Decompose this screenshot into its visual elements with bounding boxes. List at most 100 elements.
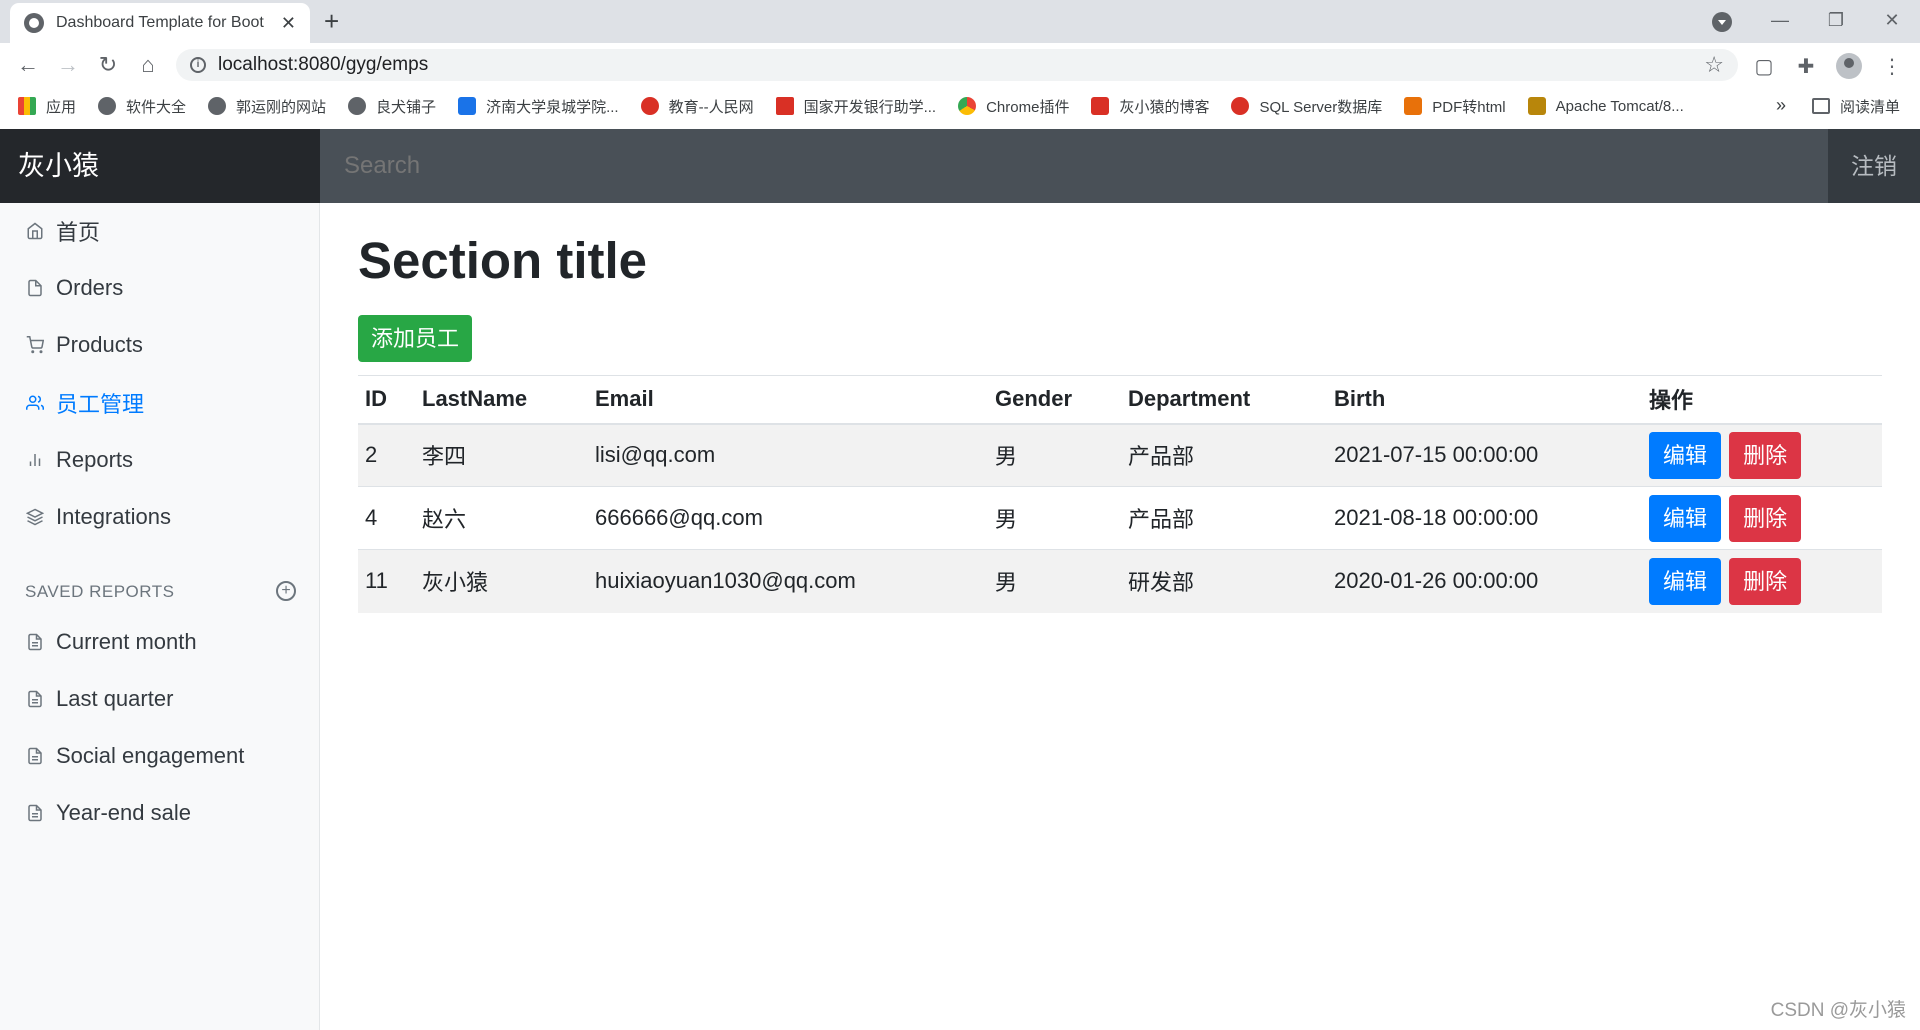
minimize-icon[interactable]: —: [1752, 10, 1808, 31]
puzzle-icon[interactable]: ✚: [1794, 54, 1818, 79]
new-tab-icon[interactable]: +: [324, 6, 339, 37]
brand-logo[interactable]: 灰小猿: [0, 129, 320, 203]
watermark: CSDN @灰小猿: [1770, 1000, 1906, 1021]
cell-id: 11: [358, 549, 415, 613]
cell-gender: 男: [988, 486, 1121, 550]
bookmark-item[interactable]: 灰小猿的博客: [1091, 96, 1209, 117]
restore-icon[interactable]: ❐: [1808, 10, 1864, 31]
add-employee-button[interactable]: 添加员工: [358, 315, 472, 362]
close-tab-icon[interactable]: ✕: [281, 13, 296, 34]
saved-report-current-month[interactable]: Current month: [24, 625, 197, 659]
address-bar[interactable]: i localhost:8080/gyg/emps ☆: [176, 49, 1738, 81]
cell-lastname: 赵六: [415, 486, 588, 550]
cell-gender: 男: [988, 549, 1121, 613]
table-row: 2 李四 lisi@qq.com 男 产品部 2021-07-15 00:00:…: [358, 423, 1882, 487]
table-row: 11 灰小猿 huixiaoyuan1030@qq.com 男 研发部 2020…: [358, 549, 1882, 613]
users-icon: [24, 392, 46, 414]
url-text: localhost:8080/gyg/emps: [218, 54, 429, 75]
bookmark-label: Chrome插件: [986, 98, 1070, 116]
bookmark-item[interactable]: 济南大学泉城学院...: [458, 96, 619, 117]
cell-email: huixiaoyuan1030@qq.com: [588, 549, 988, 613]
edit-button[interactable]: 编辑: [1649, 431, 1721, 479]
people-daily-icon: [640, 97, 659, 115]
column-header: Gender: [988, 375, 1121, 425]
signout-link[interactable]: 注销: [1828, 129, 1920, 203]
column-header: ID: [358, 375, 415, 425]
school-icon: [458, 97, 477, 115]
sidebar-item-label: Orders: [56, 275, 124, 300]
home-icon: [24, 220, 46, 242]
sidebar: 首页 Orders Products 员工管理 Reports Integrat…: [0, 203, 320, 1030]
search-input[interactable]: [320, 129, 1828, 203]
bookmark-star-icon[interactable]: ☆: [1704, 52, 1724, 78]
back-icon[interactable]: ←: [8, 52, 48, 78]
sidebar-item-label: Integrations: [56, 504, 171, 529]
bookmark-item[interactable]: 软件大全: [98, 96, 186, 117]
sidebar-item-orders[interactable]: Orders: [24, 271, 123, 305]
reload-icon[interactable]: ↻: [88, 52, 128, 78]
extension-icon[interactable]: ▢: [1752, 54, 1776, 79]
delete-button[interactable]: 删除: [1729, 557, 1802, 605]
table-header-row: ID LastName Email Gender Department Birt…: [358, 375, 1882, 425]
app-navbar: 灰小猿 注销: [0, 129, 1920, 203]
saved-report-label: Current month: [56, 629, 197, 654]
bookmark-item[interactable]: 应用: [18, 96, 76, 117]
cell-birth: 2021-08-18 00:00:00: [1327, 486, 1642, 550]
delete-button[interactable]: 删除: [1729, 494, 1802, 542]
saved-report-year-end-sale[interactable]: Year-end sale: [24, 796, 191, 830]
saved-report-label: Last quarter: [56, 686, 174, 711]
sidebar-item-reports[interactable]: Reports: [24, 443, 133, 477]
close-window-icon[interactable]: ✕: [1864, 10, 1920, 31]
sidebar-item-label: 员工管理: [56, 392, 145, 417]
delete-button[interactable]: 删除: [1729, 431, 1802, 479]
bookmark-item[interactable]: PDF转html: [1404, 96, 1506, 117]
add-report-icon[interactable]: +: [276, 581, 296, 601]
bookmark-item[interactable]: SQL Server数据库: [1231, 96, 1382, 117]
menu-dots-icon[interactable]: ⋮: [1880, 54, 1904, 79]
saved-report-last-quarter[interactable]: Last quarter: [24, 682, 173, 716]
bookmark-item[interactable]: Chrome插件: [958, 96, 1069, 117]
sidebar-item-integrations[interactable]: Integrations: [24, 500, 171, 534]
globe-icon: [98, 97, 117, 115]
tomcat-icon: [1527, 97, 1546, 115]
sidebar-item-products[interactable]: Products: [24, 328, 143, 362]
edit-button[interactable]: 编辑: [1649, 494, 1721, 542]
bookmark-item[interactable]: Apache Tomcat/8...: [1527, 97, 1684, 115]
tab-search-icon[interactable]: [1712, 12, 1732, 32]
edit-button[interactable]: 编辑: [1649, 557, 1721, 605]
file-text-icon: [24, 688, 46, 710]
bookmark-item[interactable]: 郭运刚的网站: [208, 96, 326, 117]
chrome-icon: [958, 97, 977, 115]
sidebar-item-label: 首页: [56, 220, 101, 245]
sidebar-item-label: Reports: [56, 447, 134, 472]
saved-report-social-engagement[interactable]: Social engagement: [24, 739, 244, 773]
bookmark-label: 郭运刚的网站: [236, 98, 327, 116]
forward-icon[interactable]: →: [48, 52, 88, 78]
browser-tab-strip: Dashboard Template for Boot ✕ + — ❐ ✕: [0, 0, 1920, 43]
home-browser-icon[interactable]: ⌂: [128, 52, 168, 78]
profile-avatar-icon[interactable]: [1836, 53, 1862, 79]
column-header: LastName: [415, 375, 588, 425]
cell-actions: 编辑 删除: [1642, 549, 1882, 613]
cell-department: 产品部: [1121, 423, 1327, 487]
saved-report-label: Year-end sale: [56, 800, 191, 825]
more-bookmarks-icon[interactable]: »: [1776, 95, 1786, 116]
file-icon: [24, 277, 46, 299]
shopping-cart-icon: [24, 334, 46, 356]
bookmark-label: 教育--人民网: [668, 98, 754, 116]
bookmark-item[interactable]: 教育--人民网: [640, 96, 754, 117]
bookmark-item[interactable]: 良犬铺子: [348, 96, 436, 117]
sidebar-item-home[interactable]: 首页: [24, 214, 100, 248]
bookmark-item[interactable]: 国家开发银行助学...: [775, 96, 936, 117]
reading-list-button[interactable]: 阅读清单: [1812, 87, 1900, 125]
site-info-icon[interactable]: i: [190, 57, 206, 73]
sqlserver-icon: [1231, 97, 1250, 115]
browser-tab[interactable]: Dashboard Template for Boot ✕: [10, 3, 310, 43]
file-text-icon: [24, 745, 46, 767]
cell-email: lisi@qq.com: [588, 423, 988, 487]
page-title: Section title: [358, 232, 648, 289]
bookmark-label: 应用: [46, 98, 77, 116]
cell-birth: 2021-07-15 00:00:00: [1327, 423, 1642, 487]
cell-department: 研发部: [1121, 549, 1327, 613]
sidebar-item-employees[interactable]: 员工管理: [24, 386, 144, 420]
